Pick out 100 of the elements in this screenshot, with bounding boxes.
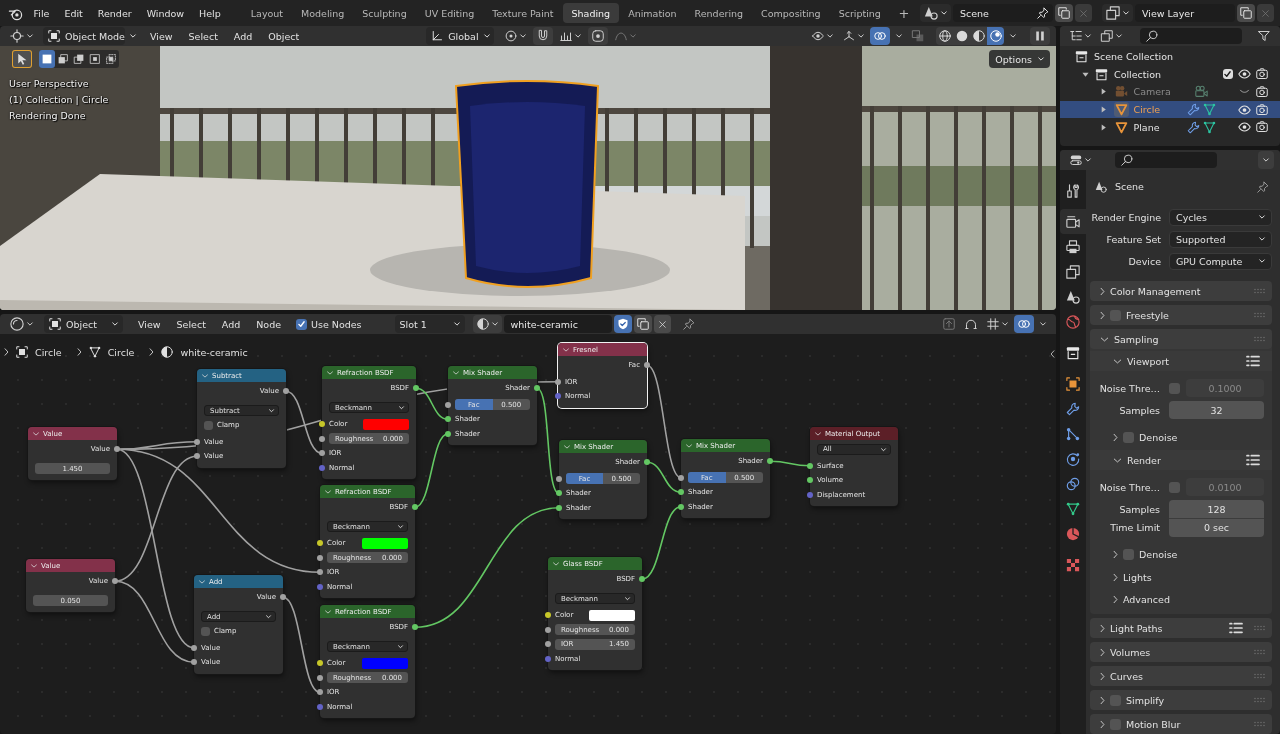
menu-item[interactable]: Render bbox=[90, 3, 140, 23]
chevron-down-icon[interactable] bbox=[33, 431, 39, 436]
menu-item[interactable]: Select bbox=[169, 315, 213, 333]
chevron-down-icon[interactable] bbox=[815, 431, 821, 436]
triangle-vertices-icon[interactable] bbox=[1202, 120, 1216, 134]
menu-item[interactable]: View bbox=[143, 27, 180, 45]
menu-item[interactable]: Select bbox=[181, 27, 225, 45]
wrench-icon[interactable] bbox=[1186, 120, 1200, 134]
socket-icon[interactable] bbox=[545, 612, 551, 619]
color-swatch[interactable] bbox=[363, 418, 409, 430]
new-view-layer-button[interactable] bbox=[1237, 4, 1255, 22]
duplicate-material-button[interactable] bbox=[633, 315, 652, 333]
grip-icon[interactable] bbox=[1254, 649, 1266, 655]
chevron-down-icon[interactable] bbox=[31, 563, 37, 568]
socket-icon[interactable] bbox=[114, 446, 120, 453]
add-workspace-button[interactable]: + bbox=[890, 3, 918, 23]
socket-icon[interactable] bbox=[556, 490, 562, 497]
socket-icon[interactable] bbox=[644, 362, 650, 369]
grip-icon[interactable] bbox=[1254, 625, 1266, 631]
grip-icon[interactable] bbox=[1254, 336, 1266, 342]
overlays-toggle[interactable] bbox=[1014, 315, 1034, 333]
breadcrumb-item[interactable]: white-ceramic bbox=[180, 346, 248, 358]
dropdown[interactable]: Cycles bbox=[1169, 208, 1272, 226]
socket-icon[interactable] bbox=[283, 388, 289, 395]
chevron-down-icon[interactable] bbox=[553, 561, 559, 566]
outliner-item-label[interactable]: Collection bbox=[1114, 68, 1161, 80]
checkbox[interactable] bbox=[1123, 431, 1134, 443]
panel-header[interactable]: Denoise bbox=[1090, 544, 1272, 564]
disclosure-triangle-icon[interactable] bbox=[1101, 88, 1107, 96]
camera-icon[interactable] bbox=[1255, 121, 1268, 134]
socket-icon[interactable] bbox=[807, 477, 813, 484]
grip-icon[interactable] bbox=[1254, 721, 1266, 727]
proportional-edit-toggle[interactable] bbox=[588, 27, 609, 45]
panel-header[interactable]: Light Paths bbox=[1090, 618, 1272, 638]
socket-icon[interactable] bbox=[445, 416, 451, 423]
chevron-down-icon[interactable] bbox=[327, 370, 333, 375]
panel-header[interactable]: Denoise bbox=[1090, 427, 1272, 447]
socket-icon[interactable] bbox=[545, 626, 551, 633]
menu-item[interactable]: Add bbox=[226, 27, 260, 45]
material-name-field[interactable]: white-ceramic bbox=[503, 315, 612, 333]
panel-header[interactable]: Motion Blur bbox=[1090, 714, 1272, 734]
workspace-tab[interactable]: Layout bbox=[242, 3, 292, 23]
cursor-tool-button[interactable] bbox=[12, 50, 32, 68]
menu-item[interactable]: Edit bbox=[56, 3, 91, 23]
socket-icon[interactable] bbox=[317, 660, 323, 667]
scene-name-field[interactable]: Scene bbox=[953, 4, 1053, 22]
chevron-down-icon[interactable] bbox=[202, 373, 208, 378]
panel-header[interactable]: Render bbox=[1090, 450, 1272, 470]
number-field[interactable]: 32 bbox=[1169, 401, 1264, 419]
overlays-toggle[interactable] bbox=[870, 27, 890, 45]
socket-icon[interactable] bbox=[319, 450, 325, 457]
breadcrumb-item[interactable]: Circle bbox=[107, 346, 135, 358]
color-swatch[interactable] bbox=[589, 609, 635, 621]
select-mode-button[interactable] bbox=[39, 50, 55, 68]
chevron-down-icon[interactable] bbox=[563, 347, 569, 352]
view-layer-name-field[interactable]: View Layer bbox=[1135, 4, 1235, 22]
workspace-tab[interactable]: Compositing bbox=[752, 3, 830, 23]
shading-mode-button[interactable] bbox=[936, 27, 953, 45]
socket-icon[interactable] bbox=[319, 421, 325, 428]
menu-item[interactable]: Node bbox=[249, 315, 289, 333]
panel-header[interactable]: Viewport bbox=[1090, 351, 1272, 371]
outliner-item-label[interactable]: Circle bbox=[1133, 104, 1161, 116]
outliner-item-label[interactable]: Scene Collection bbox=[1094, 51, 1173, 63]
socket-icon[interactable] bbox=[644, 459, 650, 466]
outliner-item-label[interactable]: Camera bbox=[1133, 86, 1171, 98]
socket-icon[interactable] bbox=[678, 474, 684, 481]
socket-icon[interactable] bbox=[807, 462, 813, 469]
slot-dropdown[interactable]: Slot 1 bbox=[394, 315, 465, 333]
breadcrumb-item[interactable]: Circle bbox=[35, 346, 62, 358]
socket-icon[interactable] bbox=[767, 458, 773, 465]
socket-icon[interactable] bbox=[545, 641, 551, 648]
chevron-left-icon[interactable] bbox=[1050, 350, 1055, 358]
socket-icon[interactable] bbox=[280, 594, 286, 601]
chevron-down-icon[interactable] bbox=[325, 609, 331, 614]
checkbox[interactable] bbox=[204, 420, 213, 430]
chevron-down-icon[interactable] bbox=[686, 443, 692, 448]
dropdown[interactable]: GPU Compute bbox=[1169, 252, 1272, 270]
socket-icon[interactable] bbox=[112, 578, 118, 585]
dropdown[interactable]: Supported bbox=[1169, 230, 1272, 248]
socket-icon[interactable] bbox=[555, 378, 561, 385]
list-icon[interactable] bbox=[1246, 454, 1260, 466]
disclosure-triangle-icon[interactable] bbox=[1101, 106, 1107, 114]
panel-header[interactable]: Lights bbox=[1090, 567, 1272, 587]
checkbox[interactable] bbox=[1222, 69, 1233, 80]
eye-icon[interactable] bbox=[1238, 122, 1251, 133]
camera-icon[interactable] bbox=[1255, 103, 1268, 116]
orientation-dropdown[interactable]: Global bbox=[426, 27, 495, 45]
properties-tab[interactable] bbox=[1060, 209, 1086, 234]
disclosure-triangle-icon[interactable] bbox=[1082, 71, 1089, 78]
menu-item[interactable]: Help bbox=[191, 3, 229, 23]
socket-icon[interactable] bbox=[556, 475, 562, 482]
eye-icon[interactable] bbox=[1238, 69, 1251, 80]
menu-item[interactable]: Add bbox=[214, 315, 248, 333]
socket-icon[interactable] bbox=[194, 453, 200, 460]
socket-icon[interactable] bbox=[317, 554, 323, 561]
view-layer-browse-button[interactable] bbox=[1102, 4, 1133, 22]
chevron-down-icon[interactable] bbox=[199, 579, 205, 584]
wrench-icon[interactable] bbox=[1186, 103, 1200, 117]
socket-icon[interactable] bbox=[194, 438, 200, 445]
socket-icon[interactable] bbox=[412, 504, 418, 511]
